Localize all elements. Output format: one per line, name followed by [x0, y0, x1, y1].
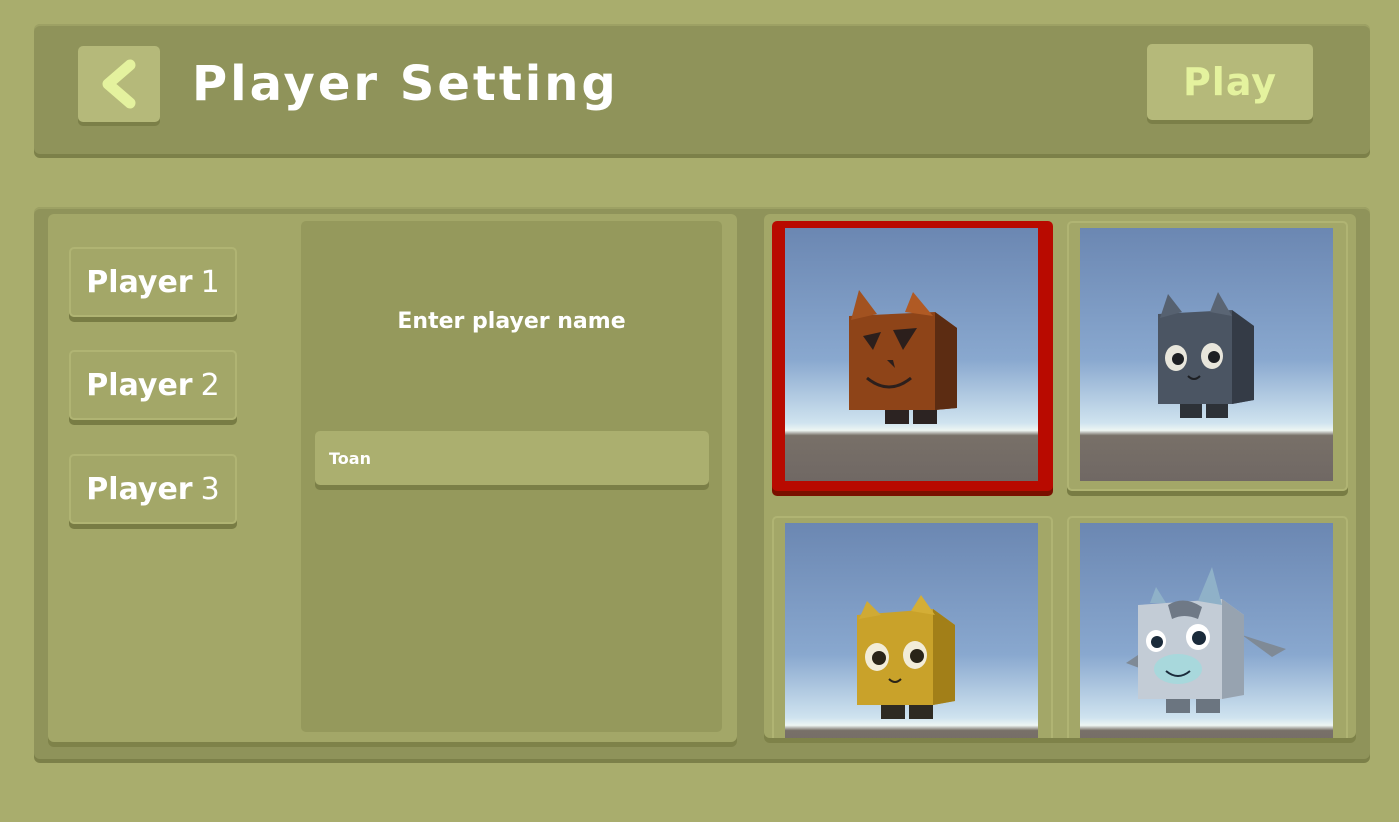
enter-name-label: Enter player name: [397, 309, 626, 334]
player-number: 3: [200, 471, 220, 507]
player-label: Player: [86, 264, 193, 300]
chevron-left-icon: [102, 59, 136, 109]
pumpkin-cat-image: [785, 228, 1038, 481]
character-gray-dragon-cow[interactable]: [1067, 516, 1348, 738]
player-settings-area: Player 1 Player 2 Player 3 Enter player nam…: [48, 214, 737, 742]
player-number: 1: [200, 264, 220, 300]
player-number: 2: [200, 367, 220, 403]
player-name-input[interactable]: Toan: [315, 431, 709, 485]
player-label: Player: [86, 367, 193, 403]
gray-dragon-cow-image: [1080, 523, 1333, 738]
character-yellow-cat[interactable]: [772, 516, 1053, 738]
dark-gray-cat-image: [1080, 228, 1333, 481]
play-button[interactable]: Play: [1147, 44, 1313, 120]
player-name-panel: Enter player name Toan: [301, 221, 722, 732]
player-3-button[interactable]: Player 3: [69, 454, 237, 524]
page-title: Player Setting: [192, 56, 619, 112]
player-1-button[interactable]: Player 1: [69, 247, 237, 317]
yellow-cat-image: [785, 523, 1038, 738]
header-bar: Player Setting Play: [34, 24, 1370, 154]
back-button[interactable]: [78, 46, 160, 122]
main-panel: Player 1 Player 2 Player 3 Enter player nam…: [34, 207, 1370, 759]
character-grid: [764, 214, 1356, 738]
game-screen: { "header": { "title": "Player Setting",…: [0, 0, 1399, 822]
player-label: Player: [86, 471, 193, 507]
character-dark-gray-cat[interactable]: [1067, 221, 1348, 491]
character-pumpkin-cat[interactable]: [772, 221, 1053, 491]
player-2-button[interactable]: Player 2: [69, 350, 237, 420]
